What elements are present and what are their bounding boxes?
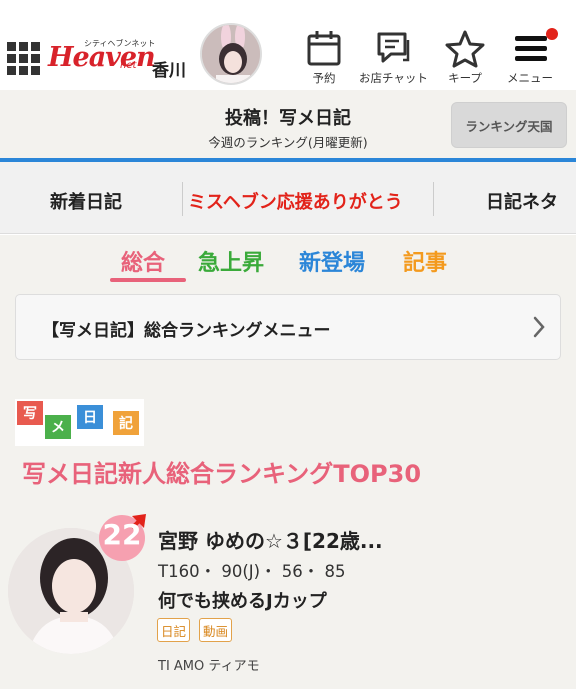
- chevron-right-icon: [533, 316, 545, 338]
- notification-dot: [546, 28, 558, 40]
- tab-divider: [182, 182, 183, 216]
- reserve-button[interactable]: 予約: [306, 30, 342, 86]
- diary-tag: 日記: [157, 618, 191, 642]
- rank-up-badge: 22: [96, 510, 150, 564]
- logo-char: 写: [17, 401, 43, 425]
- heaven-logo[interactable]: シティヘブンネット Heaven net: [48, 36, 156, 76]
- tab-new-arrival[interactable]: 新登場: [299, 245, 365, 277]
- reserve-label: 予約: [312, 71, 336, 85]
- chat-icon: [377, 32, 410, 63]
- keep-label: キープ: [448, 71, 482, 85]
- shop-chat-button[interactable]: お店チャット: [359, 30, 428, 86]
- logo-char: メ: [45, 415, 71, 439]
- tab-rising[interactable]: 急上昇: [198, 245, 264, 277]
- keep-button[interactable]: キープ: [445, 30, 485, 86]
- grid-menu-icon[interactable]: [7, 42, 40, 75]
- ranking-heaven-button[interactable]: ランキング天国: [451, 102, 567, 148]
- menu-button[interactable]: メニュー: [507, 30, 553, 86]
- tab-miss-heaven[interactable]: ミスヘブン応援ありがとう: [188, 188, 403, 214]
- ranking-menu-link[interactable]: 【写メ日記】総合ランキングメニュー: [15, 294, 561, 360]
- tab-diary-topics[interactable]: 日記ネタ: [486, 188, 558, 214]
- area-label[interactable]: 香川: [152, 56, 186, 81]
- shop-name[interactable]: TI AMO ティアモ: [158, 655, 260, 674]
- header: シティヘブンネット Heaven net 香川 予約 お店チャット キープ メニ…: [0, 0, 576, 90]
- tab-overall[interactable]: 総合: [121, 245, 165, 277]
- diary-nav-tabs: 新着日記 ミスヘブン応援ありがとう 日記ネタ: [0, 162, 576, 234]
- ranking-menu-label: 【写メ日記】総合ランキングメニュー: [42, 321, 331, 341]
- tab-divider: [433, 182, 434, 216]
- girl-name[interactable]: 宮野 ゆめの☆３[22歳...: [158, 525, 383, 554]
- rank-change-value: 22: [102, 518, 142, 551]
- section-title: 写メ日記新人総合ランキングTOP30: [22, 460, 422, 488]
- tab-articles[interactable]: 記事: [403, 245, 447, 277]
- ranking-content: 総合 急上昇 新登場 記事 【写メ日記】総合ランキングメニュー 写 メ 日 記 …: [0, 235, 576, 689]
- logo-net-text: net: [120, 60, 137, 71]
- photo-diary-logo: 写 メ 日 記: [15, 399, 144, 446]
- logo-char: 記: [113, 411, 139, 435]
- shop-chat-label: お店チャット: [359, 71, 428, 85]
- girl-stats: T160・ 90(J)・ 56・ 85: [158, 562, 346, 581]
- girl-catchphrase: 何でも挟めるJカップ: [158, 591, 327, 612]
- video-tag: 動画: [199, 618, 233, 642]
- logo-char: 日: [77, 405, 103, 429]
- ranking-entry[interactable]: 22 宮野 ゆめの☆３[22歳... T160・ 90(J)・ 56・ 85 何…: [0, 510, 576, 689]
- post-diary-banner[interactable]: 投稿！写メ日記 今週のランキング(月曜更新) ランキング天国: [0, 90, 576, 158]
- menu-label: メニュー: [507, 71, 553, 85]
- tab-new-diary[interactable]: 新着日記: [50, 188, 122, 214]
- logo-text: Heaven: [48, 42, 156, 73]
- avatar[interactable]: [200, 23, 262, 85]
- star-icon: [445, 30, 485, 68]
- active-tab-indicator: [110, 278, 186, 282]
- menu-icon: [515, 36, 547, 61]
- calendar-icon: [307, 31, 341, 66]
